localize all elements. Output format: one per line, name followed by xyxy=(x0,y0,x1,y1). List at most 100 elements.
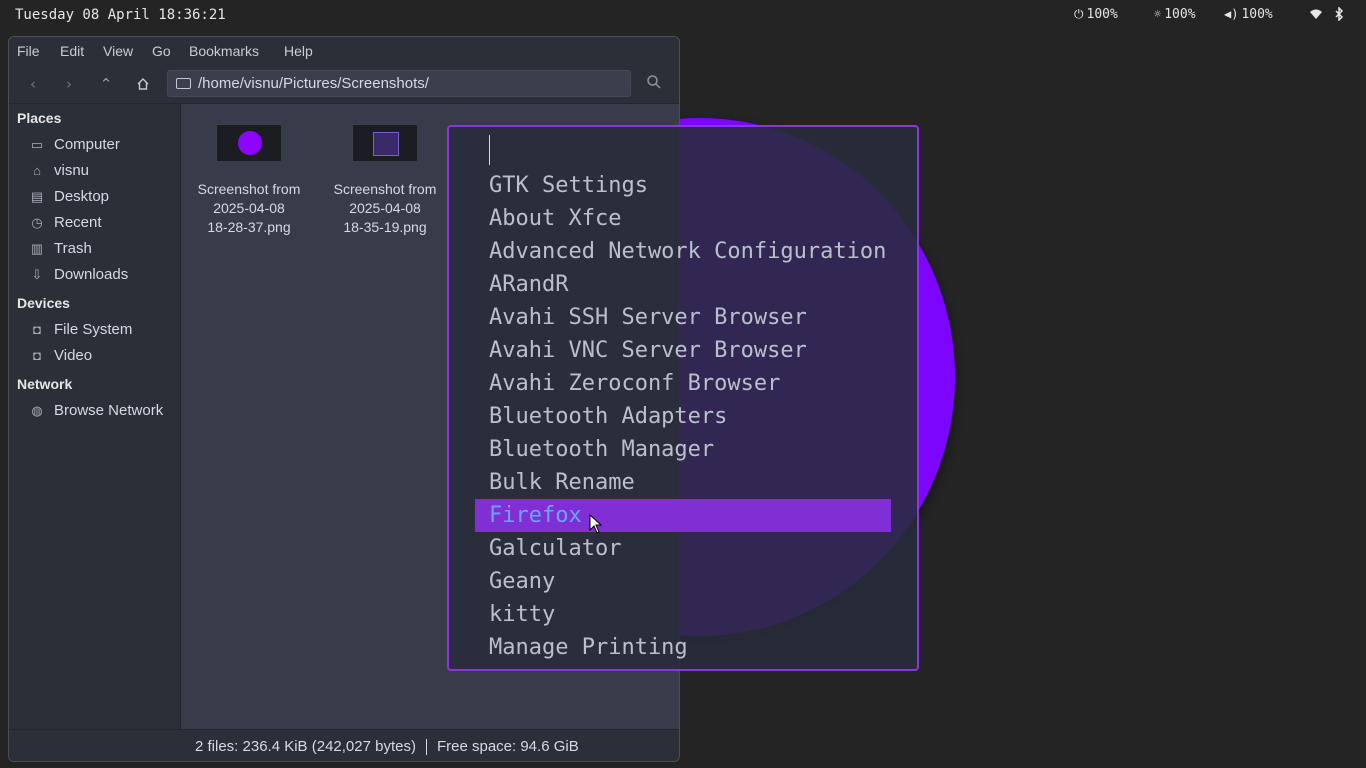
volume-indicator[interactable]: ◀) 100% xyxy=(1224,7,1273,22)
launcher-item[interactable]: Galculator xyxy=(475,532,891,565)
file-name: Screenshot from 2025-04-08 18-35-19.png xyxy=(320,180,450,237)
trash-icon: ▥ xyxy=(30,241,44,256)
sidebar-item-label: Video xyxy=(54,347,93,364)
clock[interactable]: Tuesday 08 April 18:36:21 xyxy=(15,7,226,23)
launcher-item[interactable]: Bulk Rename xyxy=(475,466,891,499)
brightness-indicator[interactable]: ☼ 100% xyxy=(1154,7,1196,22)
launcher-item[interactable]: Geany xyxy=(475,565,891,598)
power-level: 100% xyxy=(1086,7,1118,22)
menu-help[interactable]: Help xyxy=(284,43,313,59)
launcher-item[interactable]: kitty xyxy=(475,598,891,631)
launcher-item[interactable]: Avahi SSH Server Browser xyxy=(475,301,891,334)
sidebar-item-home[interactable]: ⌂ visnu xyxy=(29,161,179,183)
launcher-item-label: Advanced Network Configuration xyxy=(489,239,887,264)
launcher-item-label: Bulk Rename xyxy=(489,470,635,495)
launcher-item-selected[interactable]: Firefox xyxy=(475,499,891,532)
sidebar-item-recent[interactable]: ◷ Recent xyxy=(29,213,179,235)
launcher-item-label: Bluetooth Manager xyxy=(489,437,715,462)
sidebar-item-computer[interactable]: ▭ Computer xyxy=(29,135,179,157)
menu-go[interactable]: Go xyxy=(152,43,171,59)
launcher-item[interactable]: Advanced Network Configuration xyxy=(475,235,891,268)
launcher-item[interactable]: Bluetooth Adapters xyxy=(475,400,891,433)
launcher-item-label: Firefox xyxy=(489,503,582,528)
sidebar-item-label: Browse Network xyxy=(54,402,164,419)
launcher-item[interactable]: About Xfce xyxy=(475,202,891,235)
launcher-item-label: Avahi VNC Server Browser xyxy=(489,338,807,363)
launcher-item-label: kitty xyxy=(489,602,556,627)
search-icon xyxy=(647,75,661,89)
wifi-icon[interactable] xyxy=(1309,8,1323,20)
sidebar-item-video[interactable]: ◘ Video ⏏ xyxy=(29,346,194,368)
back-button[interactable]: ‹ xyxy=(23,74,43,94)
menu-view[interactable]: View xyxy=(103,43,133,59)
text-caret xyxy=(489,135,490,165)
launcher-search-input[interactable] xyxy=(487,135,887,167)
sidebar: Places ▭ Computer ⌂ visnu ▤ Desktop ◷ Re… xyxy=(9,104,194,761)
image-thumbnail xyxy=(352,124,418,162)
brightness-icon: ☼ xyxy=(1154,7,1162,21)
desktop-icon: ▤ xyxy=(30,189,44,204)
sidebar-item-filesystem[interactable]: ◘ File System xyxy=(29,320,179,342)
bluetooth-icon[interactable] xyxy=(1334,7,1344,21)
forward-button[interactable]: › xyxy=(59,74,79,94)
parent-folder-button[interactable]: ⌃ xyxy=(96,74,116,94)
launcher-item-label: ARandR xyxy=(489,272,569,297)
launcher-item-label: Manage Printing xyxy=(489,635,688,660)
sidebar-item-label: Recent xyxy=(54,214,102,231)
computer-icon: ▭ xyxy=(30,137,44,152)
file-name-line: Screenshot from xyxy=(333,181,437,197)
volume-level: 100% xyxy=(1241,7,1273,22)
sidebar-item-label: Downloads xyxy=(54,266,129,283)
sidebar-item-label: Trash xyxy=(54,240,92,257)
menu-edit[interactable]: Edit xyxy=(60,43,84,59)
file-name: Screenshot from 2025-04-08 18-28-37.png xyxy=(184,180,314,237)
home-button[interactable] xyxy=(133,74,153,94)
file-name-line: 2025-04-08 xyxy=(349,200,421,216)
sidebar-item-downloads[interactable]: ⇩ Downloads xyxy=(29,265,179,287)
location-bar[interactable]: /home/visnu/Pictures/Screenshots/ xyxy=(167,70,631,97)
drive-icon: ◘ xyxy=(33,322,41,337)
menu-bookmarks[interactable]: Bookmarks xyxy=(189,43,259,59)
sidebar-item-trash[interactable]: ▥ Trash xyxy=(29,239,179,261)
status-free-space: Free space: 94.6 GiB xyxy=(436,738,579,755)
sidebar-item-label: visnu xyxy=(54,162,90,179)
chevron-left-icon: ‹ xyxy=(30,75,36,93)
file-item[interactable]: Screenshot from 2025-04-08 18-35-19.png xyxy=(320,124,450,237)
top-panel: Tuesday 08 April 18:36:21 ⏻ 100% ☼ 100% ◀)… xyxy=(0,0,1366,30)
sidebar-item-browse-network[interactable]: ◍ Browse Network xyxy=(29,401,179,423)
sidebar-item-desktop[interactable]: ▤ Desktop xyxy=(29,187,179,209)
menu-file[interactable]: File xyxy=(17,43,40,59)
launcher-item-label: GTK Settings xyxy=(489,173,648,198)
folder-icon xyxy=(176,78,191,89)
plug-icon: ⏻ xyxy=(1074,7,1084,21)
network-icon: ◍ xyxy=(31,403,43,418)
launcher-item[interactable]: GTK Settings xyxy=(475,169,891,202)
file-item[interactable]: Screenshot from 2025-04-08 18-28-37.png xyxy=(184,124,314,237)
download-icon: ⇩ xyxy=(31,267,43,282)
chevron-up-icon: ⌃ xyxy=(99,75,113,93)
location-path[interactable]: /home/visnu/Pictures/Screenshots/ xyxy=(198,75,429,92)
power-indicator[interactable]: ⏻ 100% xyxy=(1074,7,1118,22)
launcher-item-label: Geany xyxy=(489,569,556,594)
launcher-item[interactable]: Avahi Zeroconf Browser xyxy=(475,367,891,400)
status-divider xyxy=(425,739,427,756)
recent-icon: ◷ xyxy=(31,215,43,230)
search-button[interactable] xyxy=(646,74,666,94)
places-heading: Places xyxy=(17,110,62,126)
sidebar-item-label: File System xyxy=(54,321,133,338)
launcher-item[interactable]: ARandR xyxy=(475,268,891,301)
mouse-pointer-icon xyxy=(589,514,603,534)
drive-icon: ◘ xyxy=(33,348,41,363)
sidebar-item-label: Desktop xyxy=(54,188,110,205)
launcher-item[interactable]: Bluetooth Manager xyxy=(475,433,891,466)
menubar: File Edit View Go Bookmarks Help xyxy=(9,37,679,65)
app-launcher: GTK Settings About Xfce Advanced Network… xyxy=(447,125,919,671)
speaker-icon: ◀) xyxy=(1224,7,1239,21)
launcher-item[interactable]: Manage Printing xyxy=(475,631,891,664)
brightness-level: 100% xyxy=(1164,7,1196,22)
file-name-line: 2025-04-08 xyxy=(213,200,285,216)
image-thumbnail xyxy=(216,124,282,162)
launcher-item[interactable]: Avahi VNC Server Browser xyxy=(475,334,891,367)
launcher-item-label: Avahi SSH Server Browser xyxy=(489,305,807,330)
home-icon xyxy=(137,78,149,90)
